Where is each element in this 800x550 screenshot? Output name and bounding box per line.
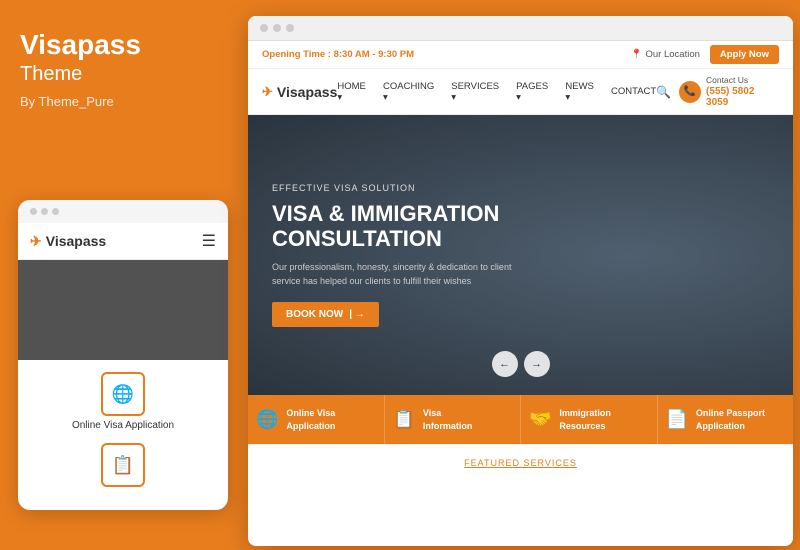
online-visa-label: Online VisaApplication <box>286 407 335 432</box>
location-pin-icon: 📍 <box>631 49 643 60</box>
nav-links: HOME ▾ COACHING ▾ SERVICES ▾ PAGES ▾ NEW… <box>337 81 656 103</box>
featured-footer: FEATURED SERVICES <box>248 444 793 479</box>
online-visa-service-icon: 🌐 <box>256 409 278 430</box>
left-panel: Visapass Theme By Theme_Pure ✈ Visapass … <box>0 0 245 550</box>
opening-time: Opening Time : 8:30 AM - 9:30 PM <box>262 49 414 60</box>
mobile-mockup: ✈ Visapass ☰ 🌐 Online Visa Application 📋 <box>18 200 228 510</box>
services-bar: 🌐 Online VisaApplication 📋 VisaInformati… <box>248 395 793 444</box>
browser-top-bar <box>248 16 793 41</box>
featured-services-label: FEATURED SERVICES <box>464 458 577 468</box>
dot-3 <box>52 208 59 215</box>
search-icon[interactable]: 🔍 <box>656 85 671 99</box>
mobile-hero-bg <box>18 260 228 360</box>
plane-icon: ✈ <box>30 233 42 250</box>
site-nav: ✈ Visapass HOME ▾ COACHING ▾ SERVICES ▾ … <box>248 69 793 115</box>
contact-info: Contact Us (555) 5802 3059 <box>706 75 779 108</box>
mobile-hero <box>18 260 228 360</box>
mobile-icon-box-1: 🌐 Online Visa Application <box>72 372 174 431</box>
passport-label: Online PassportApplication <box>696 407 765 432</box>
nav-news[interactable]: NEWS ▾ <box>565 81 601 103</box>
online-visa-icon: 🌐 <box>101 372 145 416</box>
hamburger-icon[interactable]: ☰ <box>202 231 216 251</box>
dot-1 <box>30 208 37 215</box>
site-top-right: 📍 Our Location Apply Now <box>631 45 779 64</box>
browser-dot-1 <box>260 24 268 32</box>
next-arrow-button[interactable]: → <box>524 351 550 377</box>
nav-right: 🔍 📞 Contact Us (555) 5802 3059 <box>656 75 779 108</box>
hero-arrows: ← → <box>492 351 550 377</box>
mobile-bottom-section: 🌐 Online Visa Application <box>18 360 228 443</box>
mobile-header: ✈ Visapass ☰ <box>18 223 228 260</box>
mobile-logo: ✈ Visapass <box>30 233 106 250</box>
location-text: 📍 Our Location <box>631 49 700 60</box>
theme-title: Visapass Theme By Theme_Pure <box>20 30 225 109</box>
book-now-button[interactable]: BOOK NOW | → <box>272 302 379 327</box>
service-online-visa[interactable]: 🌐 Online VisaApplication <box>248 395 385 444</box>
service-visa-info[interactable]: 📋 VisaInformation <box>385 395 522 444</box>
nav-services[interactable]: SERVICES ▾ <box>451 81 506 103</box>
browser-dot-3 <box>286 24 294 32</box>
hero-content: EFFECTIVE VISA SOLUTION VISA & IMMIGRATI… <box>272 183 532 328</box>
nav-pages[interactable]: PAGES ▾ <box>516 81 555 103</box>
mobile-second-icon-area: 📋 <box>18 443 228 497</box>
apply-now-button[interactable]: Apply Now <box>710 45 779 64</box>
site-top-bar: Opening Time : 8:30 AM - 9:30 PM 📍 Our L… <box>248 41 793 69</box>
contact-box: 📞 Contact Us (555) 5802 3059 <box>679 75 779 108</box>
nav-home[interactable]: HOME ▾ <box>337 81 373 103</box>
prev-arrow-button[interactable]: ← <box>492 351 518 377</box>
visa-info-service-icon: 📋 <box>393 409 415 430</box>
visa-info-label: VisaInformation <box>423 407 473 432</box>
service-immigration[interactable]: 🤝 ImmigrationResources <box>521 395 658 444</box>
nav-coaching[interactable]: COACHING ▾ <box>383 81 441 103</box>
service-passport[interactable]: 📄 Online PassportApplication <box>658 395 794 444</box>
immigration-service-icon: 🤝 <box>529 409 551 430</box>
mobile-icon-box-2: 📋 <box>101 443 145 487</box>
hero-section: EFFECTIVE VISA SOLUTION VISA & IMMIGRATI… <box>248 115 793 395</box>
passport-service-icon: 📄 <box>666 409 688 430</box>
nav-plane-icon: ✈ <box>262 84 273 100</box>
nav-contact[interactable]: CONTACT <box>611 86 656 97</box>
dot-2 <box>41 208 48 215</box>
browser-mockup: Opening Time : 8:30 AM - 9:30 PM 📍 Our L… <box>248 16 793 546</box>
browser-dot-2 <box>273 24 281 32</box>
application-icon: 📋 <box>101 443 145 487</box>
site-logo: ✈ Visapass <box>262 84 337 100</box>
mobile-top-bar <box>18 200 228 223</box>
immigration-label: ImmigrationResources <box>559 407 611 432</box>
phone-icon: 📞 <box>679 81 701 103</box>
